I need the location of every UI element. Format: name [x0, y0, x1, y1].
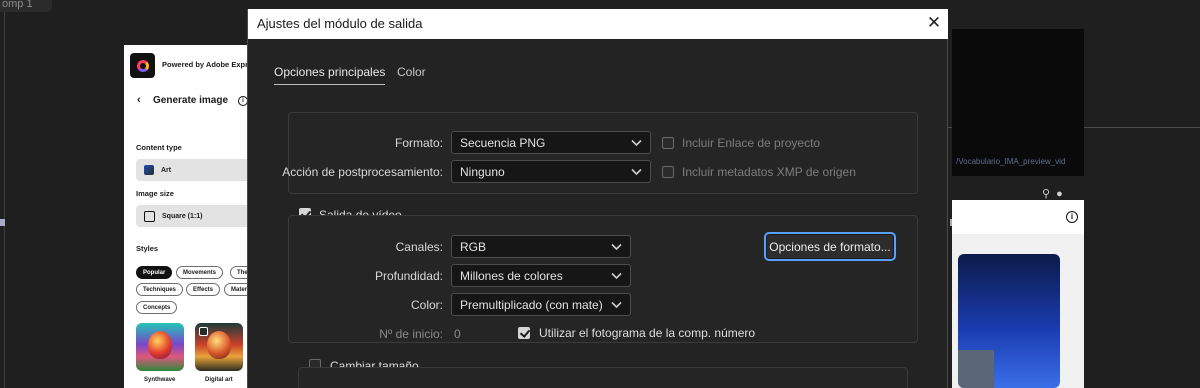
- color-label: Color:: [410, 298, 443, 312]
- content-type-select[interactable]: Art: [136, 159, 248, 181]
- art-icon: [144, 165, 154, 175]
- dialog-title: Ajustes del módulo de salida: [257, 16, 423, 31]
- format-select[interactable]: Secuencia PNG: [451, 131, 651, 154]
- depth-value: Millones de colores: [460, 268, 563, 283]
- style-pill-movements[interactable]: Movements: [176, 266, 224, 279]
- thumbnail-caption: Synthwave: [144, 377, 176, 383]
- style-pill-concepts[interactable]: Concepts: [136, 301, 178, 314]
- powered-by-label: Powered by Adobe Express: [162, 60, 248, 69]
- chevron-down-icon: [611, 272, 622, 280]
- chevron-down-icon: [611, 301, 622, 309]
- post-processing-value: Ninguno: [460, 164, 505, 179]
- depth-select[interactable]: Millones de colores: [451, 264, 631, 287]
- style-thumbnail-digital-art[interactable]: [195, 323, 243, 371]
- preview-panel: [952, 29, 1084, 176]
- thumbnail-caption: Digital art: [205, 377, 233, 383]
- generate-image-title: Generate image: [153, 95, 229, 106]
- style-thumbnail-synthwave[interactable]: [136, 323, 184, 371]
- use-comp-frame-checkbox[interactable]: [518, 327, 530, 339]
- include-xmp-checkbox[interactable]: [662, 166, 674, 178]
- composition-tab[interactable]: omp 1: [0, 0, 52, 12]
- chevron-down-icon: [631, 168, 642, 176]
- express-preview-header: [952, 200, 1084, 234]
- timeline-marker[interactable]: [0, 219, 5, 226]
- color-select[interactable]: Premultiplicado (con mate): [451, 293, 631, 316]
- format-value: Secuencia PNG: [460, 135, 546, 150]
- post-processing-label: Acción de postprocesamiento:: [282, 165, 443, 179]
- include-project-link-label: Incluir Enlace de proyecto: [682, 136, 821, 150]
- adobe-express-panel: Powered by Adobe Express ‹ Generate imag…: [124, 45, 248, 388]
- tab-main-options[interactable]: Opciones principales: [274, 65, 386, 85]
- format-options-button[interactable]: Opciones de formato...: [764, 232, 896, 261]
- include-xmp-label: Incluir metadatos XMP de origen: [682, 165, 856, 179]
- channels-value: RGB: [460, 239, 487, 254]
- color-value: Premultiplicado (con mate): [460, 297, 603, 312]
- chevron-down-icon: [631, 139, 642, 147]
- channels-select[interactable]: RGB: [451, 235, 631, 258]
- generated-image-preview[interactable]: [958, 254, 1060, 388]
- use-comp-frame-label: Utilizar el fotograma de la comp. número: [539, 326, 756, 340]
- balloon-image: [207, 331, 231, 359]
- start-number-label: Nº de inicio:: [379, 327, 443, 341]
- output-module-settings-dialog: Ajustes del módulo de salida ✕ Opciones …: [247, 9, 948, 388]
- square-icon: [144, 210, 155, 222]
- style-pill-themes[interactable]: Themes: [230, 266, 248, 279]
- balloon-image: [148, 331, 172, 359]
- preview-filename: /Vocabulario_IMA_preview_vid: [956, 157, 1066, 166]
- channels-label: Canales:: [395, 240, 443, 254]
- image-size-label: Image size: [136, 189, 174, 198]
- thumbnail-checkbox[interactable]: [199, 327, 208, 336]
- close-icon[interactable]: ✕: [924, 13, 944, 33]
- content-type-value: Art: [161, 166, 172, 174]
- style-pill-popular[interactable]: Popular: [136, 266, 173, 279]
- depth-label: Profundidad:: [374, 269, 443, 283]
- include-project-link-checkbox[interactable]: [662, 137, 674, 149]
- style-pill-materials[interactable]: Materials: [224, 283, 248, 296]
- post-processing-select[interactable]: Ninguno: [451, 160, 651, 183]
- image-size-select[interactable]: Square (1:1): [136, 205, 248, 227]
- dialog-title-bar[interactable]: Ajustes del módulo de salida ✕: [248, 9, 948, 39]
- styles-label: Styles: [136, 244, 159, 253]
- tab-color[interactable]: Color: [397, 65, 426, 79]
- style-pill-effects[interactable]: Effects: [186, 283, 221, 296]
- resize-section: [298, 367, 908, 388]
- image-size-value: Square (1:1): [162, 212, 203, 220]
- start-number-field[interactable]: 0: [454, 327, 461, 341]
- image-foreground: [958, 350, 994, 388]
- content-type-label: Content type: [136, 143, 182, 152]
- panel-divider: [4, 12, 5, 388]
- style-pill-techniques[interactable]: Techniques: [136, 283, 183, 296]
- format-label: Formato:: [394, 136, 443, 150]
- search-icon[interactable]: ⚲ ●: [1042, 187, 1063, 200]
- chevron-down-icon: [611, 243, 622, 251]
- adobe-express-logo-icon: [130, 53, 155, 78]
- info-icon[interactable]: i: [1066, 211, 1078, 223]
- chevron-left-icon[interactable]: ‹: [137, 94, 141, 106]
